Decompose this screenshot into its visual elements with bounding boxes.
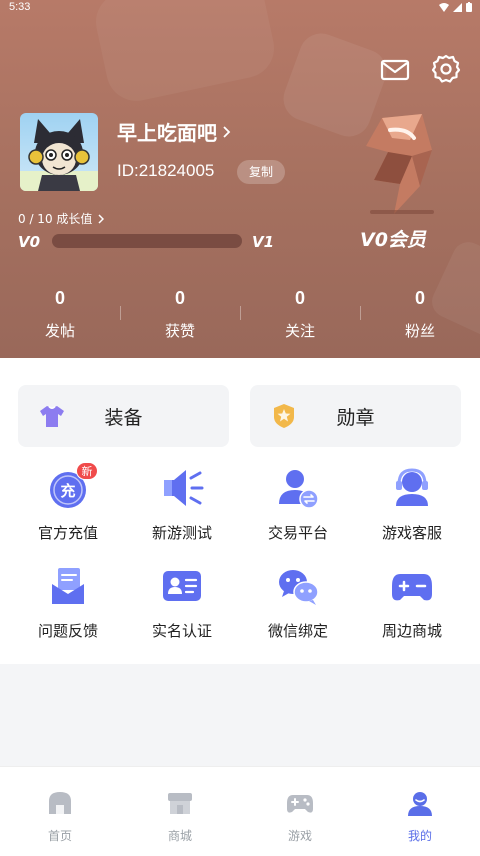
chevron-right-icon xyxy=(223,125,231,138)
medal-card[interactable]: 勋章 xyxy=(250,385,461,447)
recharge-glyph: 充 xyxy=(60,482,75,500)
tab-label: 游戏 xyxy=(287,829,312,843)
stat-following[interactable]: 0 关注 xyxy=(240,284,360,344)
stat-label: 关注 xyxy=(284,322,315,340)
profile-header: 5:33 早上吃面吧 ID:21824005 复制 0 / 10 成长值 V0 … xyxy=(0,0,480,360)
grid-item-wechat-bind[interactable]: 微信绑定 xyxy=(238,564,358,660)
stat-posts[interactable]: 0 发帖 xyxy=(0,284,120,344)
feedback-icon xyxy=(52,568,84,604)
grid-label: 交易平台 xyxy=(267,524,328,542)
stat-value: 0 xyxy=(174,288,185,308)
chevron-right-icon xyxy=(98,213,105,224)
user-id: ID:21824005 xyxy=(117,161,215,180)
status-time: 5:33 xyxy=(9,1,31,13)
megaphone-icon xyxy=(164,470,204,506)
tab-label: 我的 xyxy=(407,829,432,843)
store-icon xyxy=(168,793,192,814)
battery-icon xyxy=(466,2,472,12)
next-level: V1 xyxy=(252,233,275,251)
shirt-icon xyxy=(40,405,64,427)
growth-progress-bar xyxy=(52,234,242,248)
vip-badge-icon[interactable] xyxy=(352,110,442,220)
tab-profile[interactable]: 我的 xyxy=(360,767,480,856)
equipment-card[interactable]: 装备 xyxy=(18,385,229,447)
stat-followers[interactable]: 0 粉丝 xyxy=(360,284,480,344)
avatar[interactable] xyxy=(20,113,98,191)
status-icons xyxy=(439,2,472,12)
stats-row: 0 发帖 0 获赞 0 关注 0 粉丝 xyxy=(0,284,480,344)
growth-text: 0 / 10 成长值 xyxy=(18,212,93,226)
current-level: V0 xyxy=(18,233,41,251)
id-card-icon xyxy=(163,571,201,601)
new-badge: 新 xyxy=(76,462,98,480)
signal-icon xyxy=(453,2,462,12)
vip-level-label: V0会员 xyxy=(360,229,426,251)
grid-label: 微信绑定 xyxy=(267,622,328,640)
grid-label: 官方充值 xyxy=(37,524,98,542)
grid-item-feedback[interactable]: 问题反馈 xyxy=(8,564,128,660)
tab-home[interactable]: 首页 xyxy=(0,767,120,856)
menu-panel: 装备 勋章 充 新 官方充值 新游测试 交易平台 游戏客服 问题反馈 实名认证 … xyxy=(0,358,480,664)
grid-item-real-name[interactable]: 实名认证 xyxy=(122,564,242,660)
stat-likes[interactable]: 0 获赞 xyxy=(120,284,240,344)
grid-item-customer-service[interactable]: 游戏客服 xyxy=(352,466,472,562)
grid-label: 游戏客服 xyxy=(381,524,442,542)
copy-id-button[interactable]: 复制 xyxy=(237,160,285,184)
growth-value-link[interactable]: 0 / 10 成长值 xyxy=(18,210,105,227)
stat-label: 发帖 xyxy=(44,322,75,340)
grid-label: 新游测试 xyxy=(151,524,212,542)
username[interactable]: 早上吃面吧 xyxy=(117,117,231,146)
tab-store[interactable]: 商城 xyxy=(120,767,240,856)
tab-games[interactable]: 游戏 xyxy=(240,767,360,856)
stat-label: 粉丝 xyxy=(404,322,435,340)
avatar-image xyxy=(20,119,98,191)
status-bar: 5:33 xyxy=(0,0,480,16)
tab-label: 商城 xyxy=(167,829,192,843)
gamepad-shop-icon xyxy=(392,574,432,601)
grid-item-new-game-test[interactable]: 新游测试 xyxy=(122,466,242,562)
grid-item-trading[interactable]: 交易平台 xyxy=(238,466,358,562)
medal-icon xyxy=(274,404,294,428)
headset-icon xyxy=(396,468,428,506)
stat-label: 获赞 xyxy=(164,322,195,340)
bottom-tab-bar: 首页 商城 游戏 我的 xyxy=(0,766,480,856)
trade-user-icon xyxy=(279,470,319,509)
wechat-icon xyxy=(279,570,319,605)
grid-item-recharge[interactable]: 充 新 官方充值 xyxy=(8,462,128,562)
stat-value: 0 xyxy=(294,288,305,308)
tab-label: 首页 xyxy=(47,829,72,843)
grid-label: 实名认证 xyxy=(151,622,212,640)
gear-icon[interactable] xyxy=(430,53,462,85)
grid-item-merch-store[interactable]: 周边商城 xyxy=(352,564,472,660)
wifi-icon xyxy=(439,2,449,12)
home-icon xyxy=(49,792,71,814)
grid-label: 周边商城 xyxy=(381,622,442,640)
stat-value: 0 xyxy=(414,288,425,308)
mail-icon[interactable] xyxy=(380,55,410,85)
profile-icon xyxy=(408,792,432,816)
stat-value: 0 xyxy=(54,288,65,308)
gamepad-icon xyxy=(287,795,313,813)
username-text: 早上吃面吧 xyxy=(117,121,217,145)
grid-label: 问题反馈 xyxy=(37,622,98,640)
